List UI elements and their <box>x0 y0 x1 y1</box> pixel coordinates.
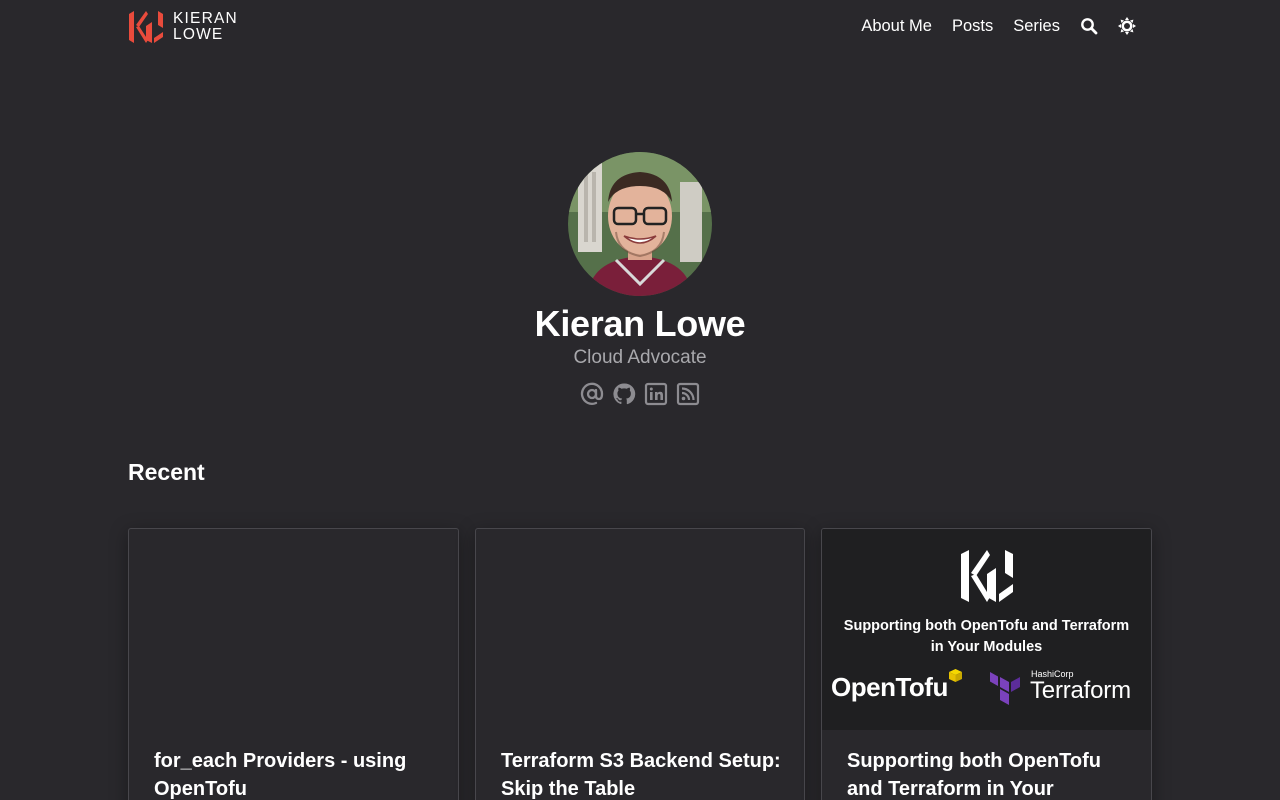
thumbnail-caption-line-1: Supporting both OpenTofu and Terraform <box>843 618 1130 634</box>
terraform-logo-icon <box>990 672 1020 705</box>
github-icon[interactable] <box>612 382 636 406</box>
site-header: KIERAN LOWE About Me Posts Series <box>0 0 1280 56</box>
profile-role: Cloud Advocate <box>573 347 707 368</box>
nav-posts[interactable]: Posts <box>952 17 993 36</box>
kl-logo-icon <box>129 11 163 43</box>
post-card[interactable]: for_each Providers - using OpenTofu <box>128 528 459 800</box>
social-links <box>580 382 700 406</box>
theme-toggle-icon[interactable] <box>1118 17 1136 35</box>
post-card[interactable]: Supporting both OpenTofu and Terraform i… <box>821 528 1152 800</box>
post-card-title[interactable]: Terraform S3 Backend Setup: Skip the Tab… <box>501 747 786 800</box>
search-icon[interactable] <box>1080 17 1098 35</box>
main-nav: About Me Posts Series <box>841 14 1136 38</box>
rss-icon[interactable] <box>676 382 700 406</box>
post-card[interactable]: Terraform S3 Backend Setup: Skip the Tab… <box>475 528 805 800</box>
post-card-thumbnail[interactable]: Supporting both OpenTofu and Terraform i… <box>822 529 1151 730</box>
logo-line-1: KIERAN <box>173 10 238 27</box>
opentofu-cube-icon <box>949 669 962 682</box>
thumbnail-caption-line-2: in Your Modules <box>930 639 1043 655</box>
thumbnail-caption: Supporting both OpenTofu and Terraform i… <box>822 616 1151 658</box>
kl-logo-icon <box>961 550 1013 602</box>
post-card-title[interactable]: Supporting both OpenTofu and Terraform i… <box>847 747 1132 800</box>
logo-line-2: LOWE <box>173 26 224 43</box>
opentofu-wordmark: OpenTofu <box>831 672 948 702</box>
nav-series[interactable]: Series <box>1013 17 1060 36</box>
post-card-title[interactable]: for_each Providers - using OpenTofu <box>154 747 439 800</box>
site-logo[interactable]: KIERAN LOWE <box>127 7 238 47</box>
linkedin-icon[interactable] <box>644 382 668 406</box>
logo-wordmark: KIERAN LOWE <box>173 11 238 43</box>
profile-avatar <box>568 152 712 296</box>
terraform-wordmark: Terraform <box>1030 677 1131 704</box>
profile-name: Kieran Lowe <box>534 303 746 344</box>
recent-heading: Recent <box>128 459 205 485</box>
email-icon[interactable] <box>580 382 604 406</box>
nav-about-me[interactable]: About Me <box>861 17 932 36</box>
